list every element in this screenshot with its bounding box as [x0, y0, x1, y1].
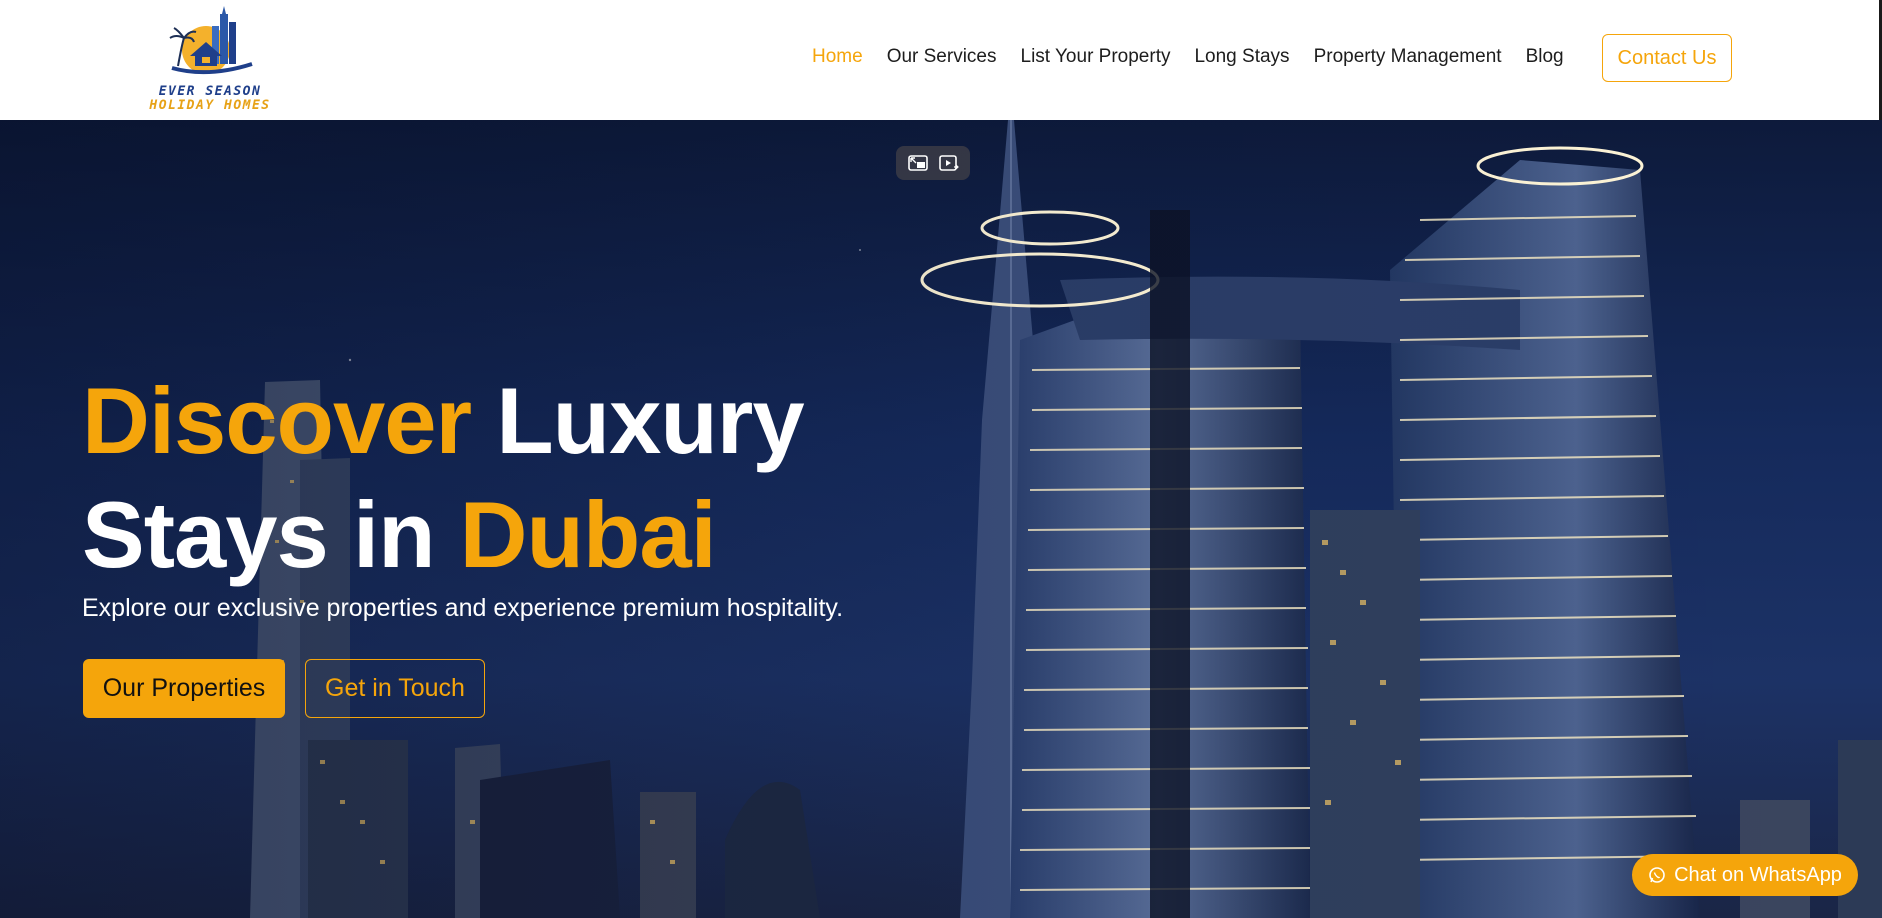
- picture-in-picture-icon[interactable]: [907, 153, 929, 173]
- headline-word-dubai: Dubai: [459, 482, 717, 587]
- nav-item-our-services[interactable]: Our Services: [887, 44, 997, 70]
- whatsapp-chat-button[interactable]: Chat on WhatsApp: [1632, 854, 1858, 896]
- whatsapp-icon: [1648, 866, 1666, 884]
- headline-word-luxury: Luxury: [496, 368, 804, 473]
- nav-item-property-management[interactable]: Property Management: [1314, 44, 1502, 70]
- logo-text-line1: EVER SEASON: [158, 84, 262, 99]
- nav-item-long-stays[interactable]: Long Stays: [1194, 44, 1289, 70]
- main-nav: Home Our Services List Your Property Lon…: [812, 44, 1588, 70]
- site-header: EVER SEASON HOLIDAY HOMES Home Our Servi…: [0, 0, 1882, 120]
- contact-us-button[interactable]: Contact Us: [1602, 34, 1732, 82]
- get-in-touch-button[interactable]: Get in Touch: [305, 659, 485, 718]
- our-properties-button[interactable]: Our Properties: [83, 659, 285, 718]
- hero-section: Discover Luxury Stays in Dubai Explore o…: [0, 120, 1882, 918]
- headline-word-stays-in: Stays in: [82, 482, 435, 587]
- video-enhance-icon[interactable]: [938, 153, 960, 173]
- nav-item-blog[interactable]: Blog: [1526, 44, 1564, 70]
- headline-word-discover: Discover: [82, 368, 472, 473]
- hero-headline: Discover Luxury Stays in Dubai: [82, 364, 805, 592]
- whatsapp-label: Chat on WhatsApp: [1674, 863, 1842, 886]
- video-controls: [896, 146, 970, 180]
- logo-text-line2: HOLIDAY HOMES: [149, 98, 271, 113]
- logo-emblem-icon: [169, 6, 253, 75]
- nav-item-list-your-property[interactable]: List Your Property: [1021, 44, 1171, 70]
- nav-item-home[interactable]: Home: [812, 44, 863, 70]
- brand-logo[interactable]: EVER SEASON HOLIDAY HOMES: [140, 4, 280, 116]
- hero-subtitle: Explore our exclusive properties and exp…: [82, 594, 844, 622]
